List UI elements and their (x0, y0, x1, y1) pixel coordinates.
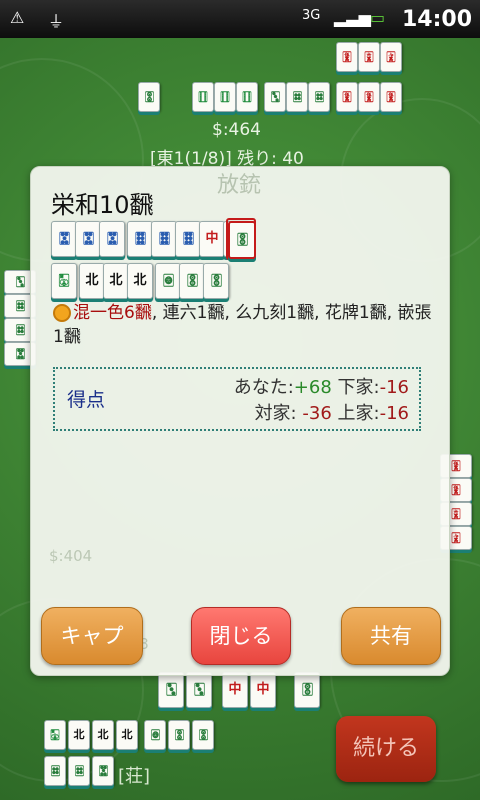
winning-hand-tile: 中 (199, 221, 225, 257)
hand-tile[interactable]: 🀙 (144, 720, 166, 750)
opponent-tile: 🀓 (192, 82, 214, 112)
score-box: 得点 あなた:+68 下家:-16 対家: -36 上家:-16 (53, 367, 421, 431)
winning-hand-tile: 🀚 (179, 263, 205, 299)
share-button[interactable]: 共有 (341, 607, 441, 665)
status-bar: ⚠ ⏚ 3G ▂▃▅ ▭ 14:00 (0, 0, 480, 38)
signal-icon: ▂▃▅ (334, 8, 371, 27)
winning-hand-tile: 🀣 (51, 263, 77, 299)
opponent-tile: 🀋 (336, 82, 358, 112)
winning-hand-tile: 🀞 (175, 221, 201, 257)
kamicha-label: 上家: (337, 403, 380, 424)
opponent-tile: 🀍 (380, 42, 402, 72)
opponent-tile: 🀛 (264, 82, 286, 112)
hand-tile[interactable]: 🀣 (44, 720, 66, 750)
score-row-2: 対家: -36 上家:-16 (255, 399, 409, 425)
winning-hand-tile: 🀞 (151, 221, 177, 257)
battery-icon: ▭ (370, 8, 386, 27)
hand-tile[interactable]: 🀝 (92, 756, 114, 786)
yaku-highlight: 混一色6飜 (73, 303, 152, 323)
toimen-score: -36 (302, 403, 332, 424)
opponent-tile: 🀚 (138, 82, 160, 112)
winning-hand-tile: 🀙 (155, 263, 181, 299)
opponent-tile: 🀜 (308, 82, 330, 112)
hand-tile[interactable]: 🀜 (68, 756, 90, 786)
discard-tile: 🀚 (294, 672, 320, 708)
winning-hand-tile: 北 (103, 263, 129, 299)
winning-hand-tile: 🀝 (75, 221, 101, 257)
kamicha-score: -16 (379, 403, 409, 424)
opponent-tile: 🀓 (214, 82, 236, 112)
winning-hand-tile: 🀚 (203, 263, 229, 299)
winning-hand-tile: 🀝 (99, 221, 125, 257)
shimocha-score: -16 (379, 377, 409, 398)
score-row-1: あなた:+68 下家:-16 (234, 373, 409, 399)
discard-tile: 中 (222, 672, 248, 708)
continue-button[interactable]: 続ける (336, 716, 436, 782)
discard-tile: 🀛 (158, 672, 184, 708)
winning-hand-tile: 🀝 (51, 221, 77, 257)
faded-discard-label: 放銃 (217, 173, 262, 198)
toimen-label: 対家: (254, 403, 297, 424)
you-score: +68 (293, 377, 332, 398)
hand-tile[interactable]: 北 (68, 720, 90, 750)
hand-tile[interactable]: 🀜 (44, 756, 66, 786)
opponent-tile: 🀓 (236, 82, 258, 112)
winning-hand-tile: 北 (79, 263, 105, 299)
winning-hand-tile: 🀞 (127, 221, 153, 257)
faded-left-points: $:404 (49, 547, 93, 565)
clock: 14:00 (401, 7, 472, 32)
win-result-dialog: 放銃 $:404 $:68 栄和10飜 🀝 🀝 🀝 🀞 🀞 🀞 中 中 🀣 北 … (30, 166, 450, 676)
capture-button[interactable]: キャプ (41, 607, 143, 665)
hand-title: 栄和10飜 (51, 191, 154, 219)
hand-tile[interactable]: 🀚 (168, 720, 190, 750)
close-button[interactable]: 閉じる (191, 607, 291, 665)
winning-tile: 🀚 (228, 221, 256, 259)
usb-icon: ⏚ (48, 12, 65, 31)
yaku-list: 混一色6飜, 連六1飜, 么九刻1飜, 花牌1飜, 嵌張1飜 (53, 301, 433, 349)
opponent-tile: 🀌 (358, 42, 380, 72)
hand-tile[interactable]: 北 (92, 720, 114, 750)
winning-hand-tile: 北 (127, 263, 153, 299)
opponent-points: $:464 (212, 120, 261, 140)
opponent-tile: 🀋 (358, 82, 380, 112)
discard-tile: 🀛 (186, 672, 212, 708)
seat-indicator: [荘] (118, 766, 151, 787)
discard-tile: 中 (250, 672, 276, 708)
opponent-tile: 🀜 (286, 82, 308, 112)
network-type: 3G (302, 8, 321, 23)
warning-icon: ⚠ (10, 8, 25, 27)
opponent-tile: 🀋 (336, 42, 358, 72)
hand-tile[interactable]: 🀚 (192, 720, 214, 750)
shimocha-label: 下家: (337, 377, 380, 398)
score-label: 得点 (67, 389, 106, 411)
you-label: あなた: (233, 377, 294, 398)
opponent-tile: 🀋 (380, 82, 402, 112)
hand-tile[interactable]: 北 (116, 720, 138, 750)
